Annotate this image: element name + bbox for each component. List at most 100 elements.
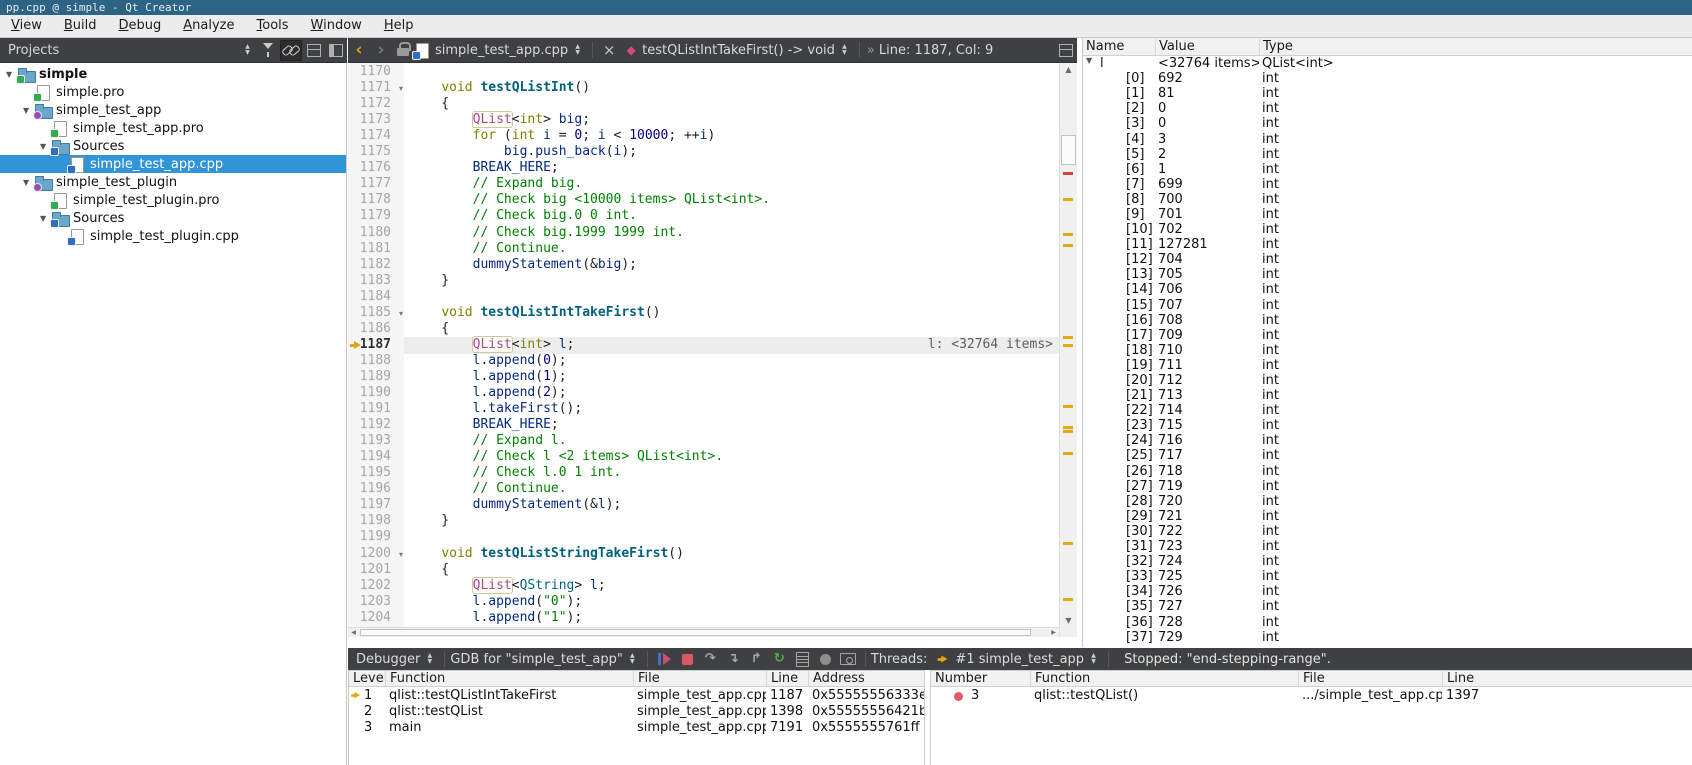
line-number[interactable]: 1190 — [348, 385, 404, 402]
fold-marker-icon[interactable]: ▾ — [399, 306, 403, 322]
code-line[interactable]: 1199 — [348, 529, 1059, 546]
locals-row[interactable]: [4]3int — [1083, 131, 1692, 146]
line-number[interactable]: 1200▾ — [348, 546, 404, 563]
locals-row[interactable]: [20]712int — [1083, 373, 1692, 388]
code-line[interactable]: 1201 { — [348, 562, 1059, 579]
locals-row[interactable]: [7]699int — [1083, 177, 1692, 192]
locals-row[interactable]: [2]0int — [1083, 101, 1692, 116]
column-file[interactable]: File — [633, 671, 766, 686]
locals-row[interactable]: [1]81int — [1083, 86, 1692, 101]
line-number[interactable]: 1191 — [348, 401, 404, 418]
split-editor-icon[interactable] — [1056, 40, 1076, 60]
line-number[interactable]: 1185▾ — [348, 305, 404, 322]
locals-row[interactable]: [12]704int — [1083, 252, 1692, 267]
locals-row[interactable]: [10]702int — [1083, 222, 1692, 237]
locals-column-name[interactable]: Name — [1083, 38, 1155, 55]
scroll-left-icon[interactable]: ◀ — [348, 628, 359, 637]
stack-frame-row[interactable]: 1qlist::testQListIntTakeFirstsimple_test… — [349, 687, 924, 703]
interrupt-icon[interactable] — [676, 650, 699, 668]
locals-row[interactable]: [36]728int — [1083, 614, 1692, 629]
code-line[interactable]: 1197 dummyStatement(&l); — [348, 497, 1059, 514]
code-line[interactable]: 1193 // Expand l. — [348, 433, 1059, 450]
locals-column-type[interactable]: Type — [1259, 38, 1692, 55]
step-over-icon[interactable]: ↷ — [699, 650, 722, 668]
locals-row[interactable]: [18]710int — [1083, 343, 1692, 358]
line-number[interactable]: 1178 — [348, 192, 404, 209]
code-line[interactable]: 1194 // Check l <2 items> QList<int>. — [348, 449, 1059, 466]
code-line[interactable]: 1198 } — [348, 513, 1059, 530]
link-with-editor-icon[interactable] — [280, 40, 302, 61]
code-line[interactable]: 1177 // Expand big. — [348, 176, 1059, 193]
line-number[interactable]: 1182 — [348, 257, 404, 274]
column-function[interactable]: Function — [1030, 671, 1298, 686]
line-number[interactable]: 1194 — [348, 449, 404, 466]
locals-row[interactable]: [11]127281int — [1083, 237, 1692, 252]
document-dropdown-icon[interactable] — [573, 44, 582, 56]
tree-item-simple.pro[interactable]: simple.pro — [0, 83, 346, 101]
record-icon[interactable] — [814, 650, 837, 668]
code-line[interactable]: 1185▾ void testQListIntTakeFirst() — [348, 305, 1059, 322]
debugger-dropdown-icon[interactable] — [425, 653, 434, 665]
locals-row[interactable]: [6]1int — [1083, 162, 1692, 177]
code-line[interactable]: 1171▾ void testQListInt() — [348, 80, 1059, 97]
locals-row[interactable]: [23]715int — [1083, 418, 1692, 433]
code-line[interactable]: 1170 — [348, 64, 1059, 81]
line-number[interactable]: 1202 — [348, 578, 404, 595]
line-number[interactable]: 1195 — [348, 465, 404, 482]
line-number[interactable]: 1177 — [348, 176, 404, 193]
debugger-perspective-label[interactable]: Debugger — [356, 652, 420, 667]
locals-row[interactable]: [28]720int — [1083, 494, 1692, 509]
menu-build[interactable]: Build — [53, 17, 108, 35]
code-line[interactable]: 1180 // Check big.1999 1999 int. — [348, 225, 1059, 242]
current-thread[interactable]: #1 simple_test_app — [955, 652, 1084, 667]
code-line[interactable]: 1173 QList<int> big; — [348, 112, 1059, 129]
code-line[interactable]: 1184 — [348, 289, 1059, 306]
filter-icon[interactable] — [258, 40, 278, 60]
line-number[interactable]: 1184 — [348, 289, 404, 306]
tree-item-simple[interactable]: ▼simple — [0, 65, 346, 83]
line-number[interactable]: 1176 — [348, 160, 404, 177]
current-symbol[interactable]: testQListIntTakeFirst() -> void — [642, 43, 835, 58]
locals-row[interactable]: [5]2int — [1083, 147, 1692, 162]
line-number[interactable]: 1180 — [348, 225, 404, 242]
stack-frame-row[interactable]: 2qlist::testQListsimple_test_app.cpp1398… — [349, 703, 924, 719]
tree-item-simple_test_app[interactable]: ▼simple_test_app — [0, 101, 346, 119]
scrollbar-thumb[interactable] — [360, 629, 1031, 636]
code-line[interactable]: 1190 l.append(2); — [348, 385, 1059, 402]
menu-debug[interactable]: Debug — [108, 17, 173, 35]
tree-item-simple_test_plugin.cpp[interactable]: simple_test_plugin.cpp — [0, 227, 346, 245]
column-function[interactable]: Function — [385, 671, 633, 686]
locals-row[interactable]: [13]705int — [1083, 267, 1692, 282]
line-number[interactable]: 1174 — [348, 128, 404, 145]
code-line[interactable]: 1183 } — [348, 273, 1059, 290]
code-line[interactable]: 1174 for (int i = 0; i < 10000; ++i) — [348, 128, 1059, 145]
column-line[interactable]: Line — [1442, 671, 1692, 686]
tree-item-Sources[interactable]: ▼Sources — [0, 137, 346, 155]
locals-row[interactable]: [25]717int — [1083, 448, 1692, 463]
fold-marker-icon[interactable]: ▾ — [399, 81, 403, 97]
locals-row[interactable]: [33]725int — [1083, 569, 1692, 584]
line-number[interactable]: 1183 — [348, 273, 404, 290]
line-number[interactable]: 1179 — [348, 208, 404, 225]
snapshot-icon[interactable] — [837, 650, 860, 668]
stack-frame-row[interactable]: 3mainsimple_test_app.cpp71910x5555555761… — [349, 719, 924, 735]
menu-help[interactable]: Help — [373, 17, 425, 35]
code-line[interactable]: 1181 // Continue. — [348, 241, 1059, 258]
window-titlebar[interactable]: pp.cpp @ simple - Qt Creator — [0, 0, 1692, 15]
open-document-name[interactable]: simple_test_app.cpp — [435, 43, 568, 58]
code-line[interactable]: 1188 l.append(0); — [348, 353, 1059, 370]
line-number[interactable]: 1173 — [348, 112, 404, 129]
line-number[interactable]: 1170 — [348, 64, 404, 81]
locals-row[interactable]: [8]700int — [1083, 192, 1692, 207]
code-line[interactable]: 1189 l.append(1); — [348, 369, 1059, 386]
column-file[interactable]: File — [1298, 671, 1442, 686]
locals-row[interactable]: [32]724int — [1083, 554, 1692, 569]
breakpoint-row[interactable]: 3qlist::testQList().../simple_test_app.c… — [931, 687, 1692, 703]
tree-item-Sources[interactable]: ▼Sources — [0, 209, 346, 227]
locals-row[interactable]: [30]722int — [1083, 524, 1692, 539]
code-line[interactable]: 1195 // Check l.0 1 int. — [348, 465, 1059, 482]
locals-row[interactable]: [34]726int — [1083, 584, 1692, 599]
step-into-icon[interactable]: ↴ — [722, 650, 745, 668]
code-editor[interactable]: 11701171▾ void testQListInt()1172 {1173 … — [348, 63, 1077, 637]
line-number[interactable]: 1171▾ — [348, 80, 404, 97]
